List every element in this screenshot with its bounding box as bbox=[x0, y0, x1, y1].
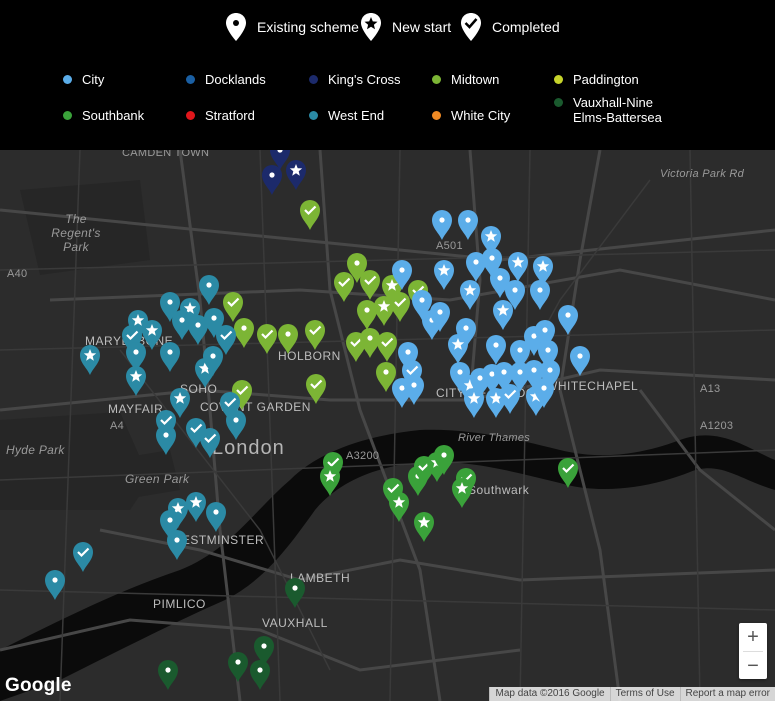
legend-existing-label: Existing scheme bbox=[257, 19, 359, 35]
map-pin[interactable] bbox=[377, 332, 397, 362]
map-pin[interactable] bbox=[278, 324, 298, 354]
map-pin[interactable] bbox=[458, 210, 478, 240]
map-pin[interactable] bbox=[434, 260, 454, 290]
zoom-out-button[interactable]: − bbox=[739, 652, 767, 680]
legend-area-stratford[interactable]: Stratford bbox=[186, 108, 255, 123]
map-pin[interactable] bbox=[464, 388, 484, 418]
map-pin[interactable] bbox=[200, 428, 220, 458]
map-pin[interactable] bbox=[448, 334, 468, 364]
map-pin[interactable] bbox=[500, 384, 520, 414]
area-dot-icon bbox=[554, 75, 563, 84]
map-pin[interactable] bbox=[257, 324, 277, 354]
legend-area-kings-cross[interactable]: King's Cross bbox=[309, 72, 401, 87]
attribution-map-data: Map data ©2016 Google bbox=[489, 687, 610, 701]
legend-area-white-city[interactable]: White City bbox=[432, 108, 510, 123]
map-pin[interactable] bbox=[389, 492, 409, 522]
map-pin[interactable] bbox=[250, 660, 270, 690]
map-pin[interactable] bbox=[452, 478, 472, 508]
map-pin[interactable] bbox=[158, 660, 178, 690]
map-pin[interactable] bbox=[45, 570, 65, 600]
google-logo[interactable]: Google bbox=[5, 675, 72, 697]
map-pin[interactable] bbox=[223, 292, 243, 322]
area-dot-icon bbox=[186, 111, 195, 120]
map-pin[interactable] bbox=[357, 300, 377, 330]
pin-star-icon bbox=[361, 13, 381, 41]
page: Existing scheme New start Completed City… bbox=[0, 0, 775, 701]
map-pin[interactable] bbox=[80, 345, 100, 375]
legend-area-midtown[interactable]: Midtown bbox=[432, 72, 499, 87]
map-pin[interactable] bbox=[320, 466, 340, 496]
map-pin[interactable] bbox=[234, 318, 254, 348]
map-pin[interactable] bbox=[360, 270, 380, 300]
map-pin[interactable] bbox=[486, 335, 506, 365]
legend-existing[interactable]: Existing scheme bbox=[225, 12, 359, 42]
map-pin[interactable] bbox=[414, 512, 434, 542]
area-dot-icon bbox=[432, 111, 441, 120]
map-pin[interactable] bbox=[360, 328, 380, 358]
pin-check-icon bbox=[461, 13, 481, 41]
map-pin[interactable] bbox=[460, 280, 480, 310]
map-pin[interactable] bbox=[286, 160, 306, 190]
map-pin[interactable] bbox=[160, 342, 180, 372]
area-dot-icon bbox=[309, 111, 318, 120]
map-pin[interactable] bbox=[558, 305, 578, 335]
map-canvas[interactable]: CAMDEN TOWN The Regent's Park MARYLEBONE… bbox=[0, 150, 775, 701]
map-pin[interactable] bbox=[300, 200, 320, 230]
map-attribution: Map data ©2016 Google Terms of Use Repor… bbox=[489, 687, 775, 701]
pin-dot-icon bbox=[226, 13, 246, 41]
map-pin[interactable] bbox=[570, 346, 590, 376]
map-pin[interactable] bbox=[508, 252, 528, 282]
zoom-control: + − bbox=[739, 623, 767, 679]
map-pin[interactable] bbox=[199, 275, 219, 305]
report-map-error-link[interactable]: Report a map error bbox=[679, 687, 775, 701]
legend-area-west-end[interactable]: West End bbox=[309, 108, 384, 123]
map-pin[interactable] bbox=[126, 366, 146, 396]
map-pin[interactable] bbox=[305, 320, 325, 350]
area-dot-icon bbox=[186, 75, 195, 84]
map-pin[interactable] bbox=[432, 210, 452, 240]
legend-area-paddington[interactable]: Paddington bbox=[554, 72, 639, 87]
map-pin[interactable] bbox=[186, 492, 206, 522]
legend-area-city[interactable]: City bbox=[63, 72, 104, 87]
area-dot-icon bbox=[554, 98, 563, 107]
map-pin[interactable] bbox=[156, 425, 176, 455]
legend-completed-label: Completed bbox=[492, 19, 560, 35]
map-pin[interactable] bbox=[226, 410, 246, 440]
legend-area-vauxhall[interactable]: Vauxhall-Nine Elms-Battersea bbox=[554, 95, 679, 125]
map-pin[interactable] bbox=[228, 652, 248, 682]
map-pins bbox=[45, 150, 590, 690]
map-pin[interactable] bbox=[390, 292, 410, 322]
map-pin[interactable] bbox=[167, 530, 187, 560]
map-pin[interactable] bbox=[334, 272, 354, 302]
legend-completed[interactable]: Completed bbox=[460, 12, 560, 42]
map-pin[interactable] bbox=[530, 280, 550, 310]
legend-area-docklands[interactable]: Docklands bbox=[186, 72, 266, 87]
area-dot-icon bbox=[432, 75, 441, 84]
map-pin[interactable] bbox=[404, 375, 424, 405]
map-pin[interactable] bbox=[206, 502, 226, 532]
terms-of-use-link[interactable]: Terms of Use bbox=[609, 687, 680, 701]
legend-area-southbank[interactable]: Southbank bbox=[63, 108, 144, 123]
map-pin[interactable] bbox=[558, 458, 578, 488]
area-dot-icon bbox=[309, 75, 318, 84]
map-pin[interactable] bbox=[142, 320, 162, 350]
legend-new[interactable]: New start bbox=[360, 12, 451, 42]
legend-new-label: New start bbox=[392, 19, 452, 35]
legend-panel: Existing scheme New start Completed City… bbox=[0, 0, 775, 150]
map-pin[interactable] bbox=[285, 578, 305, 608]
zoom-in-button[interactable]: + bbox=[739, 623, 767, 651]
area-dot-icon bbox=[63, 75, 72, 84]
area-dot-icon bbox=[63, 111, 72, 120]
map-pin[interactable] bbox=[73, 542, 93, 572]
map-pin[interactable] bbox=[262, 165, 282, 195]
map-pin[interactable] bbox=[493, 300, 513, 330]
map-pin[interactable] bbox=[306, 374, 326, 404]
